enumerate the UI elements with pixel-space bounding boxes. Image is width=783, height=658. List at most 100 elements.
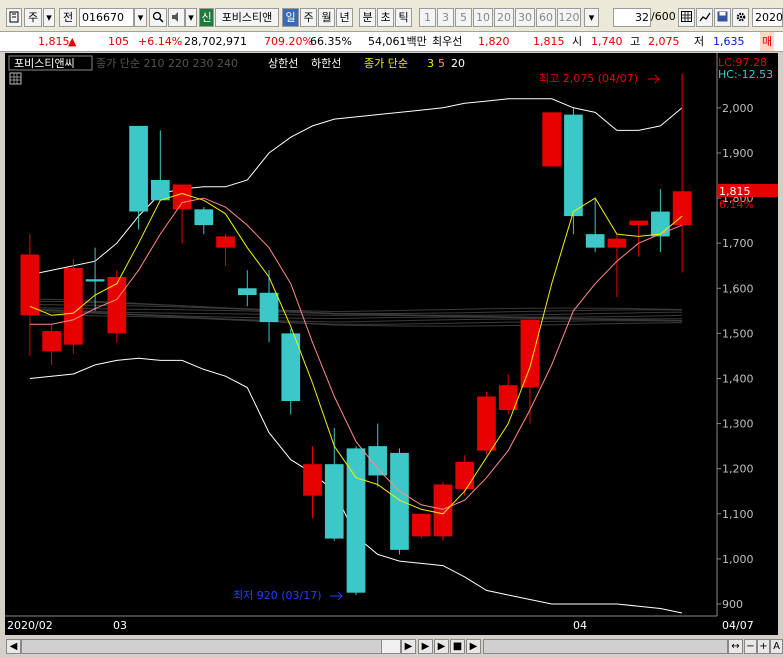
y-tick-label: 1,400 [722,372,754,385]
count-input[interactable]: 32 [613,8,651,27]
chart-canvas[interactable]: 900 1,000 1,100 1,200 1,300 1,400 1,500 1,600 1,… [5,53,778,635]
step-forward-icon[interactable]: ▶ [434,639,449,654]
candle-body[interactable] [564,114,583,217]
candle-body[interactable] [107,276,127,334]
candle-body[interactable] [433,484,453,537]
stock-code-input[interactable]: 016670 [79,8,134,27]
x-label-apr: 04 [573,619,587,632]
y-tick-label: 1,000 [722,553,754,566]
y-tick-label: 1,700 [722,237,754,250]
candle-body[interactable] [542,112,562,167]
low-arrow-icon [330,591,343,601]
minute-option-30[interactable]: 30 [515,8,535,27]
legend-limit-up: 상한선 [268,57,298,70]
grid-icon[interactable] [678,8,695,27]
price-chart[interactable]: 900 1,000 1,100 1,200 1,300 1,400 1,500 1,600 1,… [5,53,778,635]
minute-option-10[interactable]: 10 [473,8,493,27]
period-tick-tab[interactable]: 틱 [395,8,412,27]
candle-body[interactable] [237,288,257,296]
zoom-step-icon[interactable]: ↔ [728,639,743,654]
period-second-tab[interactable]: 초 [377,8,394,27]
zoom-track[interactable] [483,639,728,654]
minute-option-3[interactable]: 3 [437,8,454,27]
candle-body[interactable] [259,292,279,323]
candle-body[interactable] [455,461,475,489]
period-year-tab[interactable]: 년 [336,8,353,27]
legend-limit-down: 하한선 [311,56,341,70]
high-label: 고 [630,35,641,48]
zoom-in-icon[interactable]: + [757,639,770,654]
stop-icon[interactable]: ■ [450,639,465,654]
minute-dropdown-icon[interactable]: ▾ [584,8,599,27]
open-price: 1,740 [591,35,623,48]
candle-body[interactable] [194,209,214,226]
speaker-icon[interactable] [168,8,185,27]
candle-body[interactable] [629,220,648,226]
minute-option-120[interactable]: 120 [557,8,581,27]
candle-body[interactable] [607,238,627,248]
candle-body[interactable] [42,331,61,352]
scroll-thumb[interactable] [381,639,401,654]
x-label-mar: 03 [113,619,127,632]
y-tick-label: 2,000 [722,102,754,115]
candle-body[interactable] [20,254,40,316]
candle-body[interactable] [216,236,235,248]
candle-body[interactable] [85,279,105,282]
scroll-right-icon[interactable]: ▶ [401,639,416,654]
candle-body[interactable] [150,180,170,201]
high-price: 2,075 [648,35,680,48]
candle-body[interactable] [346,448,366,593]
legend-ma-20: 20 [451,57,465,70]
speaker-dropdown-icon[interactable]: ▾ [185,8,197,27]
date-input[interactable]: 2020 [752,8,783,27]
candle-body[interactable] [303,464,322,496]
quote-bar: 1,815 ▲ 105 +6.14% 28,702,971 709.20% 66… [0,32,783,52]
period-month-tab[interactable]: 월 [318,8,335,27]
save-icon[interactable] [714,8,731,27]
minute-option-5[interactable]: 5 [455,8,472,27]
scroll-left-icon[interactable]: ◀ [6,639,21,654]
minute-option-60[interactable]: 60 [536,8,556,27]
market-dropdown-icon[interactable]: ▾ [43,8,55,27]
candle-body[interactable] [672,191,692,226]
candle-body[interactable] [651,211,670,237]
candle-body[interactable] [477,396,496,451]
hc-value: HC:-12.53 [718,68,773,81]
candle-body[interactable] [520,319,540,388]
chart-scrollbar[interactable]: ◀ ▶ ▶ ▶ ■ ▶ ↔ − + A [0,635,783,658]
type-select[interactable]: 전 [59,8,77,27]
gear-icon[interactable] [732,8,749,27]
candle-body[interactable] [172,184,192,210]
scroll-track[interactable] [21,639,401,654]
candle-body[interactable] [585,234,605,248]
y-tick-label: 1,300 [722,418,754,431]
volume: 28,702,971 [184,35,247,48]
chart-settings-icon[interactable] [696,8,713,27]
auto-scale-button[interactable]: A [770,639,783,654]
candle-body[interactable] [129,125,148,212]
period-day-tab[interactable]: 일 [282,8,299,27]
legend-grid-icon[interactable] [9,72,22,85]
y-tick-label: 1,900 [722,147,754,160]
minute-option-20[interactable]: 20 [494,8,514,27]
zoom-out-icon[interactable]: − [744,639,757,654]
y-tick-label: 900 [722,598,743,611]
candle-body[interactable] [324,464,344,539]
period-week-tab[interactable]: 주 [300,8,317,27]
code-dropdown-icon[interactable]: ▾ [134,8,147,27]
candle-body[interactable] [64,267,83,345]
fast-forward-icon[interactable]: ▶ [466,639,481,654]
play-icon[interactable]: ▶ [418,639,433,654]
minute-option-1[interactable]: 1 [419,8,436,27]
current-pct-label: 6.14% [719,198,754,211]
legend-ma-5: 5 [438,57,445,70]
candle-body[interactable] [411,513,431,537]
y-tick-label: 1,100 [722,508,754,521]
search-icon[interactable] [149,8,167,27]
market-select[interactable]: 주 [24,8,42,27]
upper-band-line [29,98,683,276]
period-minute-tab[interactable]: 분 [359,8,376,27]
extra-tab[interactable]: 매 [760,32,775,51]
candle-body[interactable] [390,452,409,550]
window-icon[interactable] [6,8,22,27]
